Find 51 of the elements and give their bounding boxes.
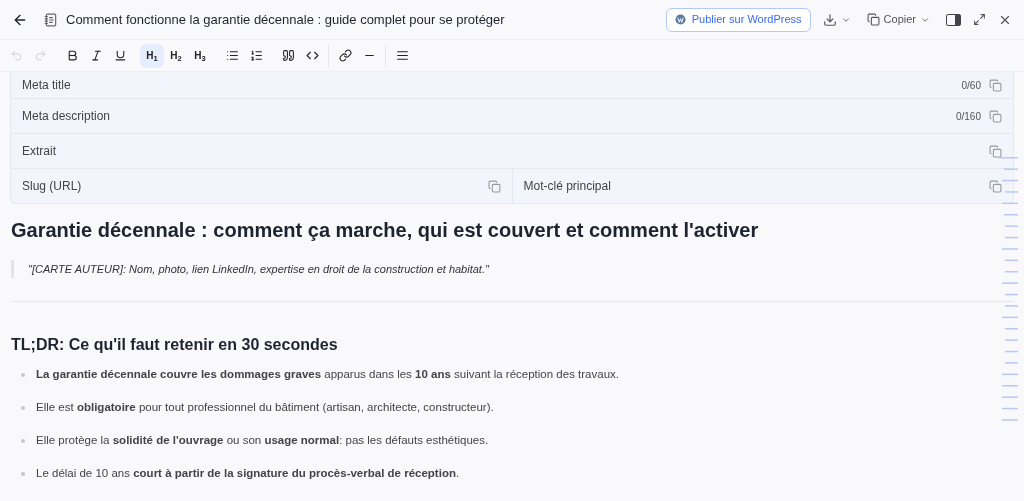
bullet-text: La garantie décennale couvre les dommages graves apparus dans les 10 ans suivant la réception des travaux. <box>36 366 619 382</box>
author-quote: "[CARTE AUTEUR]: Nom, photo, lien LinkedIn, expertise en droit de la construction et habitat." <box>11 260 984 278</box>
copy-icon <box>866 13 880 26</box>
field-label: Meta title <box>22 77 71 94</box>
download-button[interactable] <box>822 12 851 27</box>
publish-button[interactable]: Publier sur WordPress <box>665 7 811 32</box>
field-label: Extrait <box>22 143 56 160</box>
bullet-icon <box>21 405 25 410</box>
meta-field[interactable]: Slug (URL) <box>11 169 512 203</box>
numbered-list-icon <box>249 49 263 62</box>
link-icon <box>338 49 352 62</box>
meta-field[interactable]: Extrait <box>11 134 1013 168</box>
italic-icon <box>89 49 103 62</box>
document-title: Comment fonctionne la garantie décennale : guide complet pour se protéger <box>66 10 505 29</box>
download-icon <box>822 12 837 27</box>
panel-toggle-button[interactable] <box>946 13 961 26</box>
heading-button[interactable]: H$_{3}$ <box>188 43 212 68</box>
bullet-list-icon <box>225 49 239 62</box>
align-icon <box>395 49 409 62</box>
copy-icon[interactable] <box>989 144 1002 158</box>
copy-icon[interactable] <box>989 78 1002 92</box>
article-title: Garantie décennale : comment ça marche, qui est couvert et comment l'activer <box>11 218 760 243</box>
section-title: TL;DR: Ce qu'il faut retenir en 30 secondes <box>11 335 339 355</box>
bullet-icon <box>21 471 25 476</box>
heading-button[interactable]: H$_{2}$ <box>164 43 188 68</box>
underline-icon <box>113 49 127 62</box>
bullet-text: Elle est obligatoire pour tout professionnel du bâtiment (artisan, architecte, constructeur). <box>36 399 494 415</box>
copy-icon[interactable] <box>989 179 1002 193</box>
field-label: Slug (URL) <box>22 178 82 195</box>
character-counter: 0/160 <box>955 109 981 124</box>
meta-field[interactable]: Meta description 0/160 <box>11 99 1013 133</box>
bullet-icon <box>21 372 25 377</box>
copy-icon[interactable] <box>487 179 501 193</box>
field-label: Meta description <box>22 108 111 125</box>
meta-field[interactable]: Meta title 0/60 <box>11 72 1013 98</box>
character-counter: 0/60 <box>961 78 981 93</box>
undo-icon <box>9 49 23 62</box>
wordpress-icon <box>674 14 686 25</box>
heading-button[interactable]: H$_{1}$ <box>140 43 164 68</box>
copy-button[interactable]: Copier <box>866 11 930 28</box>
quote-icon <box>281 49 295 62</box>
code-icon <box>305 49 319 62</box>
document-icon <box>44 12 58 27</box>
fullscreen-button[interactable] <box>973 13 986 26</box>
field-label: Mot-clé principal <box>523 178 611 195</box>
bullet-text: Le délai de 10 ans court à partir de la signature du procès-verbal de réception. <box>36 465 460 481</box>
expand-icon <box>973 13 986 26</box>
bullet-icon <box>21 438 25 443</box>
bullet-text: Elle protège la solidité de l'ouvrage ou son usage normal: pas les défauts esthétiques. <box>36 432 489 448</box>
copy-icon[interactable] <box>989 109 1002 123</box>
redo-icon <box>33 49 47 62</box>
